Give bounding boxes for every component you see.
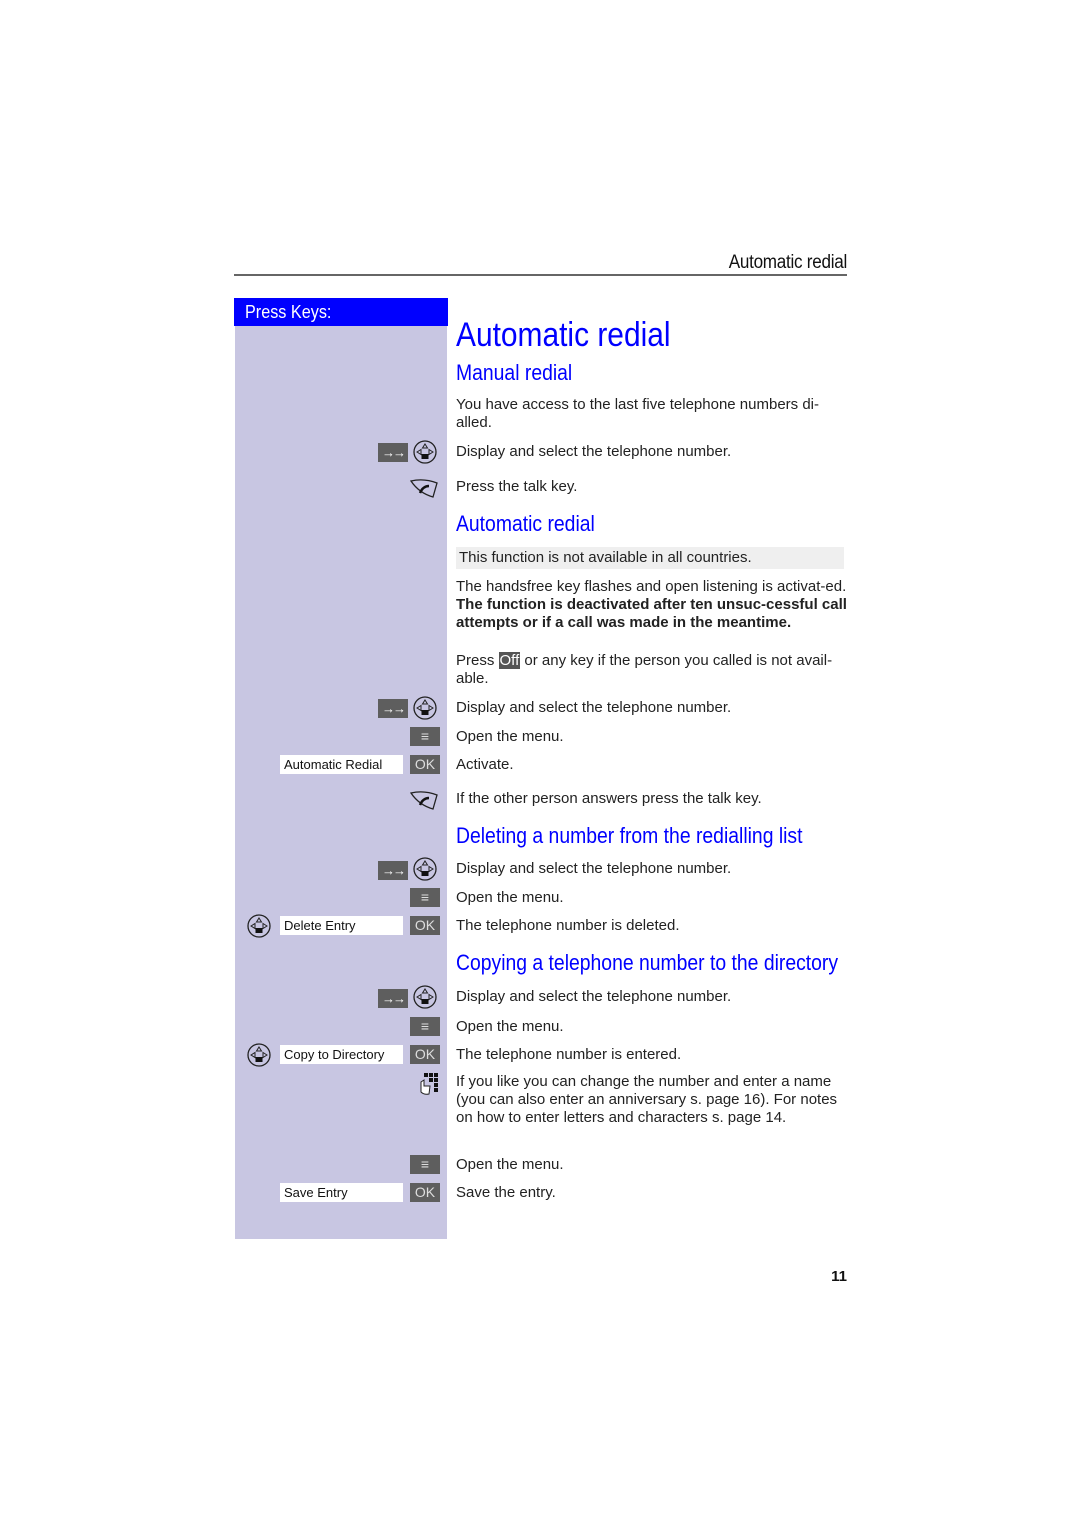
page-title: Automatic redial: [456, 316, 671, 354]
section-heading-delete: Deleting a number from the redialling li…: [456, 823, 803, 848]
manual-intro: You have access to the last five telepho…: [456, 396, 820, 431]
navigation-key-icon: [247, 1043, 271, 1067]
menu-key-icon: ≡: [410, 888, 440, 907]
press-off-instruction: Press Off or any key if the person you c…: [456, 652, 851, 688]
automatic-step-2: Open the menu.: [456, 728, 564, 745]
availability-note: This function is not available in all co…: [456, 547, 844, 569]
navigation-key-icon: [413, 696, 437, 720]
automatic-step-4: If the other person answers press the ta…: [456, 790, 762, 807]
navigation-key-icon: [413, 440, 437, 464]
section-heading-automatic: Automatic redial: [456, 511, 595, 536]
press-keys-label: Press Keys:: [245, 302, 332, 322]
arrows-key-icon: →→: [378, 989, 408, 1008]
display-save-entry[interactable]: Save Entry: [280, 1183, 403, 1202]
menu-key-icon: ≡: [410, 1155, 440, 1174]
copy-step-1: Display and select the telephone number.: [456, 988, 732, 1005]
description-plain: The handsfree key flashes and open liste…: [456, 578, 847, 595]
delete-step-3: The telephone number is deleted.: [456, 917, 680, 934]
manual-step-1: Display and select the telephone number.: [456, 443, 732, 460]
running-head: Automatic redial: [728, 252, 848, 273]
description-bold: The function is deactivated after ten un…: [456, 596, 847, 631]
press-keys-header: Press Keys:: [234, 298, 448, 326]
off-key: Off: [498, 652, 521, 669]
delete-step-2: Open the menu.: [456, 889, 564, 906]
ok-key[interactable]: OK: [410, 1183, 440, 1202]
arrows-key-icon: →→: [378, 443, 408, 462]
automatic-step-1: Display and select the telephone number.: [456, 699, 732, 716]
menu-key-icon: ≡: [410, 727, 440, 746]
talk-key-icon: [409, 791, 438, 810]
copy-step-4: If you like you can change the number an…: [456, 1073, 838, 1126]
automatic-description: The handsfree key flashes and open liste…: [456, 578, 851, 632]
arrows-key-icon: →→: [378, 861, 408, 880]
arrows-key-icon: →→: [378, 699, 408, 718]
press-prefix: Press: [456, 652, 499, 669]
navigation-key-icon: [247, 914, 271, 938]
keypad-icon: [420, 1073, 438, 1095]
copy-step-6: Save the entry.: [456, 1184, 556, 1201]
ok-key[interactable]: OK: [410, 755, 440, 774]
header-rule: [234, 274, 847, 276]
copy-step-2: Open the menu.: [456, 1018, 564, 1035]
menu-key-icon: ≡: [410, 1017, 440, 1036]
automatic-step-3: Activate.: [456, 756, 514, 773]
ok-key[interactable]: OK: [410, 1045, 440, 1064]
display-delete-entry[interactable]: Delete Entry: [280, 916, 403, 935]
navigation-key-icon: [413, 985, 437, 1009]
display-copy-to-directory[interactable]: Copy to Directory: [280, 1045, 403, 1064]
display-automatic-redial[interactable]: Automatic Redial: [280, 755, 403, 774]
section-heading-manual: Manual redial: [456, 360, 573, 385]
copy-step-5: Open the menu.: [456, 1156, 564, 1173]
section-heading-copy: Copying a telephone number to the direct…: [456, 950, 839, 975]
ok-key[interactable]: OK: [410, 916, 440, 935]
page-number: 11: [831, 1268, 847, 1285]
copy-step-3: The telephone number is entered.: [456, 1046, 682, 1063]
navigation-key-icon: [413, 857, 437, 881]
manual-step-2: Press the talk key.: [456, 478, 578, 495]
delete-step-1: Display and select the telephone number.: [456, 860, 732, 877]
talk-key-icon: [409, 479, 438, 498]
